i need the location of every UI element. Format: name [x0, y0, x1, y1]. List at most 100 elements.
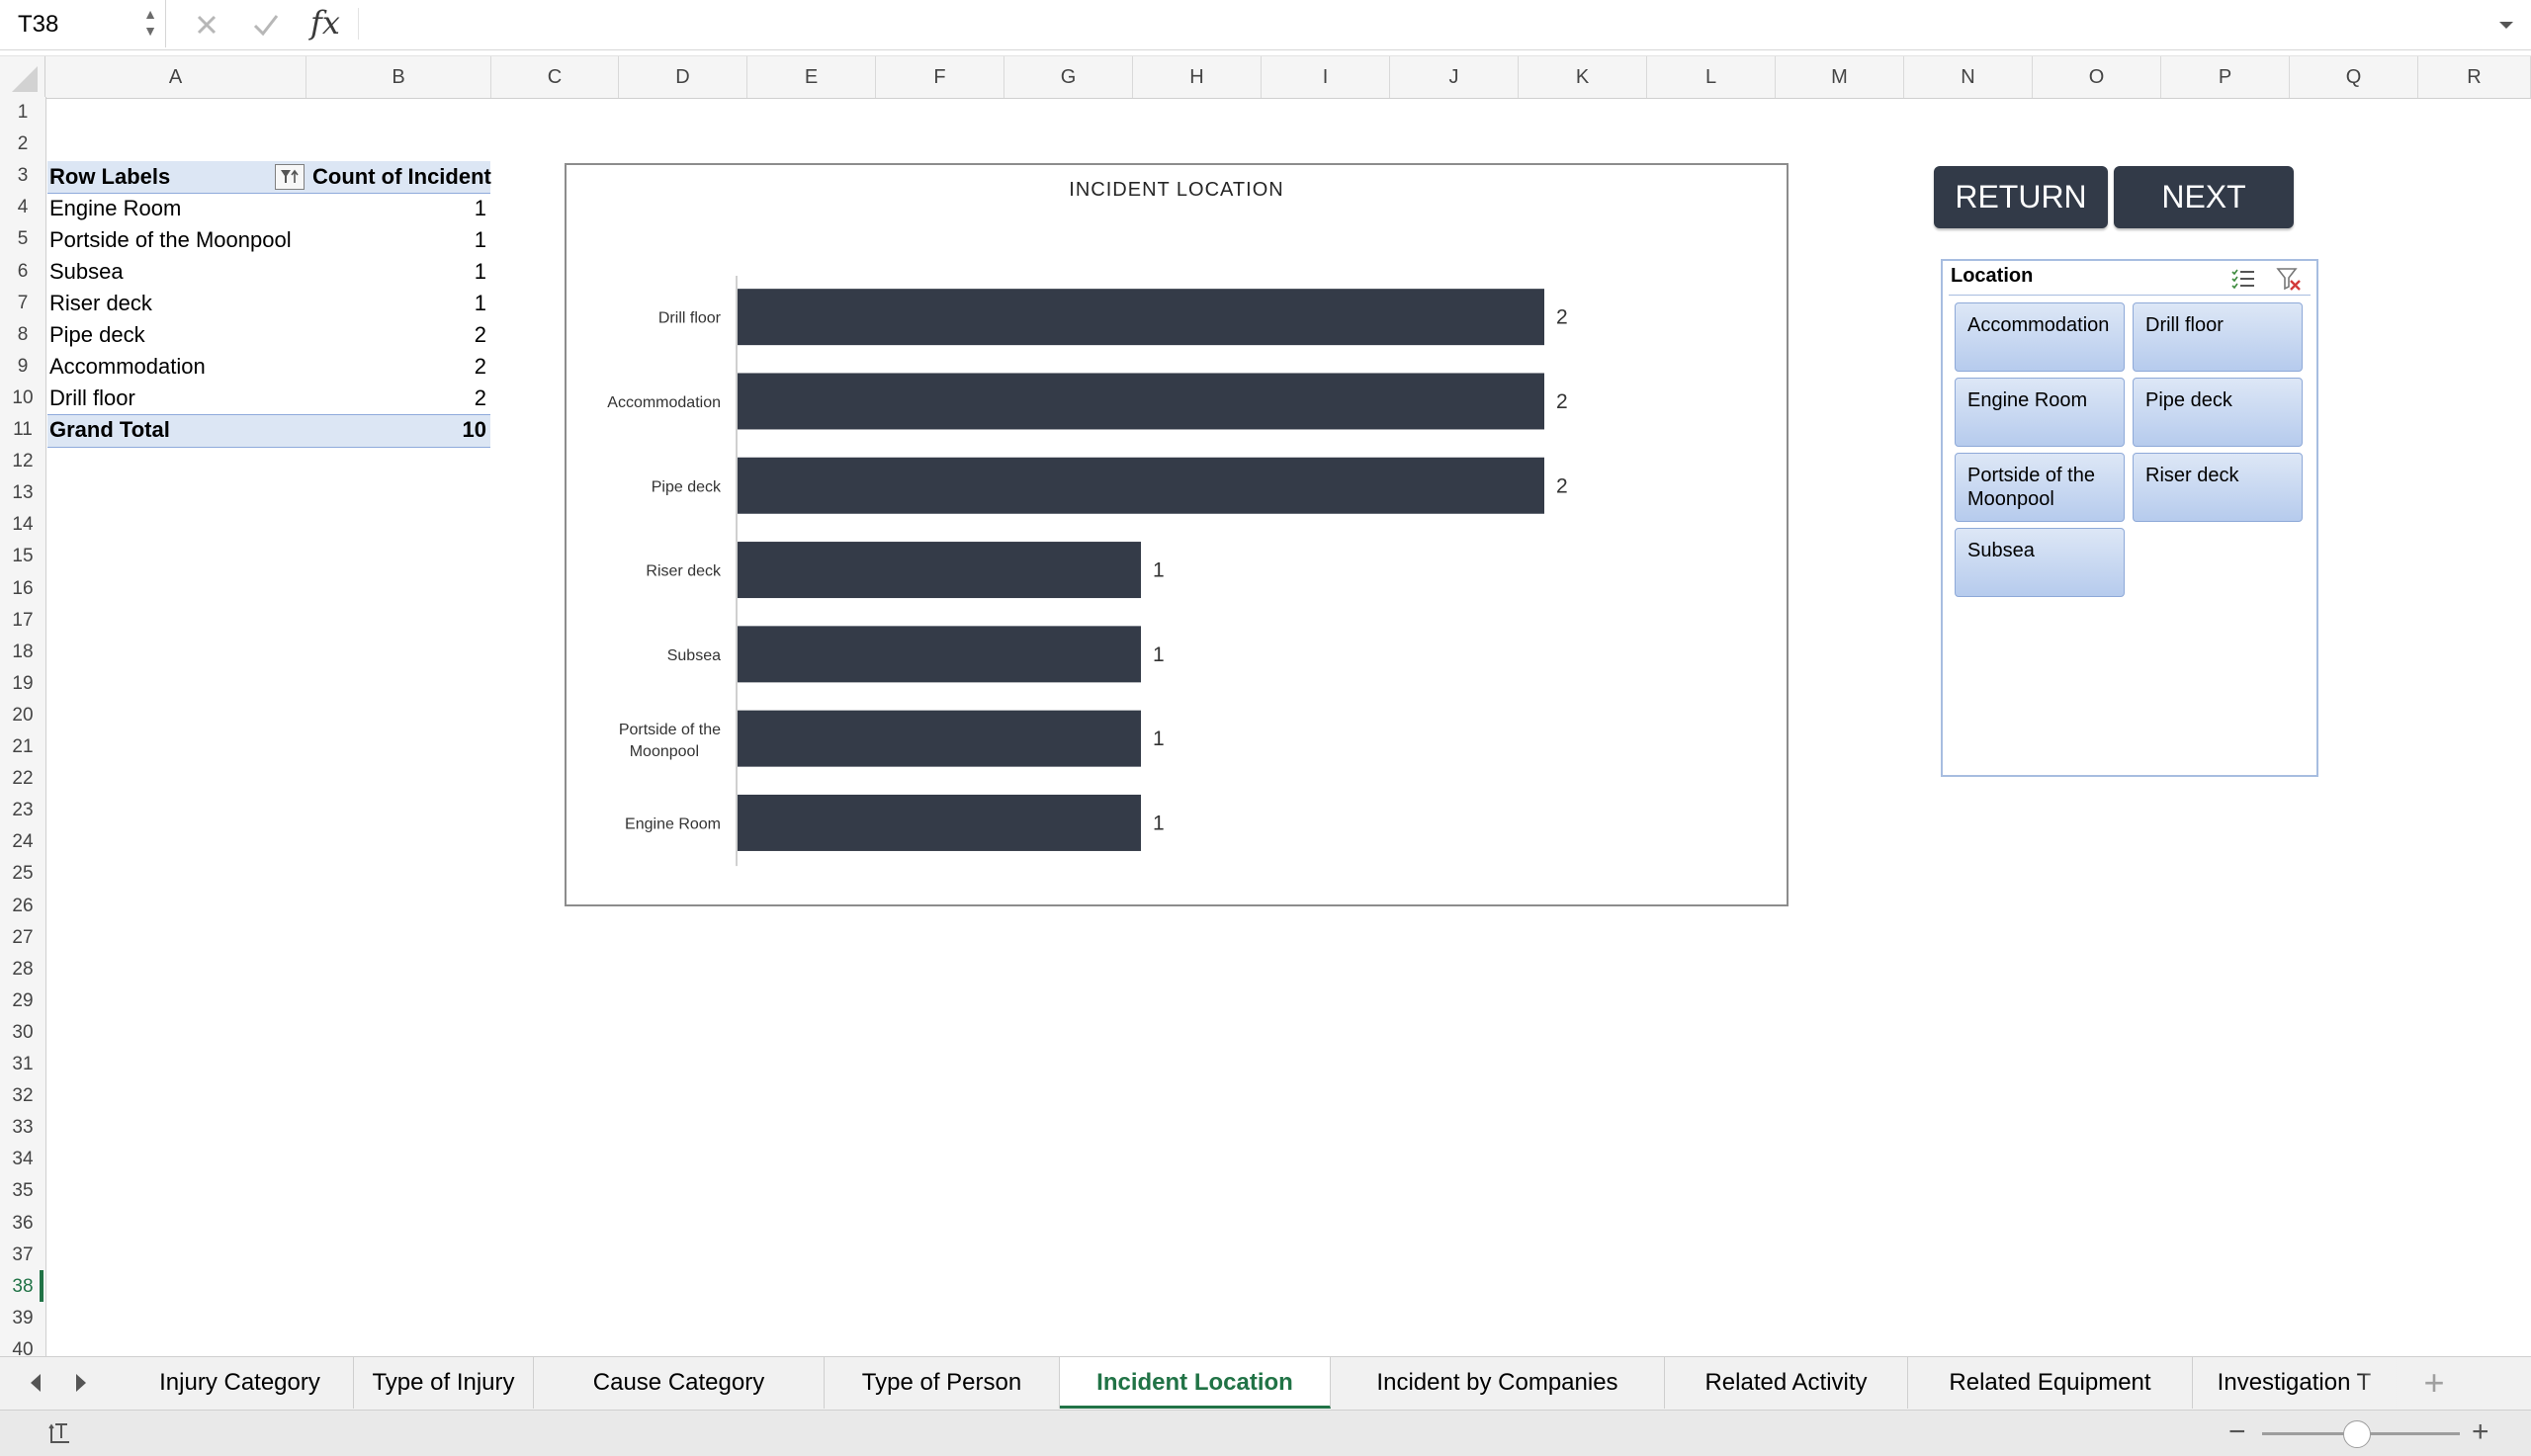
- row-header-25[interactable]: 25: [0, 858, 45, 890]
- row-header-11[interactable]: 11: [0, 414, 45, 446]
- pivot-count-header[interactable]: Count of Incident: [312, 161, 491, 193]
- row-header-35[interactable]: 35: [0, 1175, 45, 1207]
- row-header-17[interactable]: 17: [0, 605, 45, 637]
- clear-filter-icon[interactable]: [2275, 265, 2303, 293]
- column-header-p[interactable]: P: [2161, 56, 2290, 98]
- sheet-tab[interactable]: Type of Person: [825, 1357, 1060, 1409]
- name-box[interactable]: T38 ▲ ▼: [0, 0, 166, 47]
- column-header-j[interactable]: J: [1390, 56, 1519, 98]
- incident-location-chart[interactable]: INCIDENT LOCATION 2 Drill floor 2 Accommoda…: [565, 163, 1789, 906]
- sheet-tab[interactable]: Cause Category: [534, 1357, 825, 1409]
- sheet-tab[interactable]: Incident by Companies: [1331, 1357, 1665, 1409]
- column-header-n[interactable]: N: [1904, 56, 2033, 98]
- chart-bar[interactable]: [738, 289, 1544, 346]
- pivot-row-label[interactable]: Pipe deck: [49, 319, 145, 351]
- chart-bar[interactable]: [738, 457, 1544, 514]
- pivot-row-value[interactable]: 1: [427, 224, 486, 256]
- chart-bar[interactable]: [738, 373, 1544, 430]
- slicer-item[interactable]: Subsea: [1955, 528, 2125, 597]
- row-header-15[interactable]: 15: [0, 541, 45, 572]
- row-header-8[interactable]: 8: [0, 319, 45, 351]
- row-header-24[interactable]: 24: [0, 826, 45, 858]
- column-header-o[interactable]: O: [2033, 56, 2161, 98]
- row-header-10[interactable]: 10: [0, 383, 45, 414]
- column-header-c[interactable]: C: [491, 56, 619, 98]
- pivot-grand-total-value[interactable]: 10: [427, 414, 486, 446]
- previous-sheet-icon[interactable]: [22, 1369, 49, 1397]
- row-header-31[interactable]: 31: [0, 1049, 45, 1080]
- macro-record-icon[interactable]: [45, 1418, 75, 1448]
- row-header-39[interactable]: 39: [0, 1303, 45, 1334]
- chart-bar[interactable]: [738, 626, 1141, 683]
- pivot-row-label[interactable]: Subsea: [49, 256, 124, 288]
- add-sheet-button[interactable]: +: [2414, 1363, 2454, 1403]
- column-header-e[interactable]: E: [747, 56, 876, 98]
- column-header-g[interactable]: G: [1004, 56, 1133, 98]
- pivot-filter-button[interactable]: [275, 164, 305, 190]
- pivot-row-labels-header[interactable]: Row Labels: [49, 161, 170, 193]
- zoom-slider-thumb[interactable]: [2343, 1420, 2371, 1448]
- column-header-b[interactable]: B: [306, 56, 491, 98]
- row-header-3[interactable]: 3: [0, 160, 45, 192]
- pivot-row-value[interactable]: 2: [427, 319, 486, 351]
- row-header-22[interactable]: 22: [0, 763, 45, 795]
- name-box-value[interactable]: T38: [18, 11, 58, 39]
- row-header-6[interactable]: 6: [0, 256, 45, 288]
- column-header-q[interactable]: Q: [2290, 56, 2418, 98]
- column-header-k[interactable]: K: [1519, 56, 1647, 98]
- multi-select-icon[interactable]: [2229, 265, 2257, 293]
- column-header-f[interactable]: F: [876, 56, 1004, 98]
- chevron-down-icon[interactable]: [2495, 14, 2517, 36]
- zoom-out-icon[interactable]: −: [2228, 1414, 2246, 1450]
- row-header-14[interactable]: 14: [0, 509, 45, 541]
- slicer-item[interactable]: Drill floor: [2133, 302, 2303, 372]
- row-header-36[interactable]: 36: [0, 1208, 45, 1240]
- row-header-18[interactable]: 18: [0, 637, 45, 668]
- sheet-tab[interactable]: Type of Injury: [354, 1357, 534, 1409]
- chart-bar[interactable]: [738, 794, 1141, 851]
- pivot-row-value[interactable]: 1: [427, 193, 486, 224]
- row-header-13[interactable]: 13: [0, 477, 45, 509]
- confirm-icon[interactable]: [249, 8, 283, 42]
- name-box-stepper-icon[interactable]: ▲ ▼: [142, 6, 158, 42]
- row-header-21[interactable]: 21: [0, 731, 45, 763]
- pivot-row-label[interactable]: Portside of the Moonpool: [49, 224, 292, 256]
- row-header-7[interactable]: 7: [0, 288, 45, 319]
- slicer-item[interactable]: Accommodation: [1955, 302, 2125, 372]
- pivot-row-value[interactable]: 1: [427, 256, 486, 288]
- pivot-row-value[interactable]: 2: [427, 351, 486, 383]
- next-sheet-icon[interactable]: [67, 1369, 95, 1397]
- slicer-item[interactable]: Pipe deck: [2133, 378, 2303, 447]
- column-header-m[interactable]: M: [1776, 56, 1904, 98]
- slicer-item[interactable]: Portside of the Moonpool: [1955, 453, 2125, 522]
- chart-bar[interactable]: [738, 542, 1141, 599]
- slicer-item[interactable]: Engine Room: [1955, 378, 2125, 447]
- pivot-row-value[interactable]: 2: [427, 383, 486, 414]
- row-header-5[interactable]: 5: [0, 223, 45, 255]
- column-header-i[interactable]: I: [1262, 56, 1390, 98]
- column-header-d[interactable]: D: [619, 56, 747, 98]
- row-header-29[interactable]: 29: [0, 985, 45, 1017]
- formula-input[interactable]: [358, 8, 2494, 40]
- row-header-34[interactable]: 34: [0, 1144, 45, 1175]
- row-header-28[interactable]: 28: [0, 954, 45, 985]
- function-icon[interactable]: fx: [310, 4, 340, 42]
- row-header-30[interactable]: 30: [0, 1017, 45, 1049]
- row-header-4[interactable]: 4: [0, 192, 45, 223]
- row-header-19[interactable]: 19: [0, 668, 45, 700]
- row-header-20[interactable]: 20: [0, 700, 45, 731]
- row-header-9[interactable]: 9: [0, 351, 45, 383]
- pivot-row-label[interactable]: Accommodation: [49, 351, 206, 383]
- sheet-tab[interactable]: Incident Location: [1060, 1357, 1331, 1409]
- row-header-12[interactable]: 12: [0, 446, 45, 477]
- column-header-h[interactable]: H: [1133, 56, 1262, 98]
- sheet-tab[interactable]: Related Activity: [1665, 1357, 1908, 1409]
- row-header-27[interactable]: 27: [0, 922, 45, 954]
- cancel-icon[interactable]: [190, 8, 223, 42]
- return-button[interactable]: RETURN: [1934, 166, 2108, 228]
- pivot-grand-total-label[interactable]: Grand Total: [49, 414, 170, 446]
- row-header-1[interactable]: 1: [0, 97, 45, 128]
- row-header-32[interactable]: 32: [0, 1080, 45, 1112]
- row-header-26[interactable]: 26: [0, 891, 45, 922]
- next-button[interactable]: NEXT: [2114, 166, 2294, 228]
